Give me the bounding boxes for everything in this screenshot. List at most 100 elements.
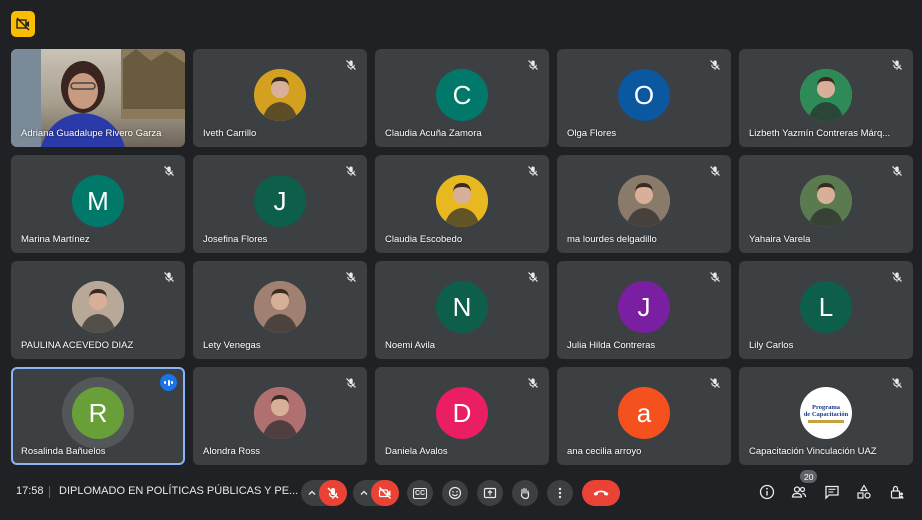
- captions-icon: CC: [412, 487, 428, 499]
- participant-tile[interactable]: Claudia Escobedo: [375, 155, 549, 253]
- participant-tile[interactable]: C Claudia Acuña Zamora: [375, 49, 549, 147]
- participant-name: Rosalinda Bañuelos: [21, 446, 106, 457]
- avatar-initial: a: [618, 387, 670, 439]
- mic-off-icon: [345, 270, 357, 282]
- participant-name: Alondra Ross: [203, 446, 261, 457]
- participant-name: Lety Venegas: [203, 340, 261, 351]
- chevron-up-icon: [308, 490, 316, 495]
- participant-tile[interactable]: Iveth Carrillo: [193, 49, 367, 147]
- participant-tile[interactable]: L Lily Carlos: [739, 261, 913, 359]
- host-controls-button[interactable]: [887, 482, 907, 502]
- mic-off-icon: [345, 164, 357, 176]
- mic-toggle-button[interactable]: [319, 480, 347, 506]
- avatar-photo: [254, 69, 306, 121]
- participant-name: Capacitación Vinculación UAZ: [749, 446, 877, 457]
- avatar-initial: C: [436, 69, 488, 121]
- participant-tile[interactable]: Programa de Capacitación Capacitación Vinc…: [739, 367, 913, 465]
- avatar-logo: Programa de Capacitación: [800, 387, 852, 439]
- participant-count-badge: 20: [800, 470, 818, 483]
- participant-tile[interactable]: a ana cecilia arroyo: [557, 367, 731, 465]
- mic-off-icon: [709, 376, 721, 388]
- emoji-icon: [448, 486, 462, 500]
- mic-off-icon: [891, 164, 903, 176]
- info-icon: [759, 484, 775, 500]
- mic-off-icon: [527, 376, 539, 388]
- activities-icon: [857, 484, 871, 499]
- participant-tile[interactable]: Alondra Ross: [193, 367, 367, 465]
- people-icon: [791, 486, 807, 498]
- mic-off-icon: [327, 487, 339, 499]
- lock-person-icon: [890, 485, 904, 499]
- mic-off-icon: [891, 270, 903, 282]
- participant-tile[interactable]: R Rosalinda Bañuelos: [11, 367, 185, 465]
- participant-name: Noemi Avila: [385, 340, 435, 351]
- participant-name: PAULINA ACEVEDO DIAZ: [21, 340, 134, 351]
- meeting-details-button[interactable]: [757, 482, 777, 502]
- participant-name: Claudia Escobedo: [385, 234, 463, 245]
- mic-off-icon: [891, 58, 903, 70]
- participant-tile[interactable]: ma lourdes delgadillo: [557, 155, 731, 253]
- participant-name: Adriana Guadalupe Rivero Garza: [21, 128, 162, 139]
- chat-icon: [825, 485, 839, 500]
- mic-off-icon: [709, 58, 721, 70]
- avatar-initial: M: [72, 175, 124, 227]
- participant-grid: Adriana Guadalupe Rivero Garza Iveth Carr…: [11, 49, 913, 465]
- raise-hand-button[interactable]: [512, 480, 538, 506]
- participant-tile[interactable]: PAULINA ACEVEDO DIAZ: [11, 261, 185, 359]
- avatar-initial: N: [436, 281, 488, 333]
- meeting-title[interactable]: DIPLOMADO EN POLÍTICAS PÚBLICAS Y PE...: [59, 485, 298, 497]
- participant-name: Olga Flores: [567, 128, 617, 139]
- avatar-initial: L: [800, 281, 852, 333]
- mic-off-icon: [709, 164, 721, 176]
- participant-tile[interactable]: J Josefina Flores: [193, 155, 367, 253]
- mic-off-icon: [709, 270, 721, 282]
- participant-tile[interactable]: Adriana Guadalupe Rivero Garza: [11, 49, 185, 147]
- mic-off-icon: [891, 376, 903, 388]
- avatar-initial: O: [618, 69, 670, 121]
- people-button[interactable]: [789, 482, 809, 502]
- more-vert-icon: [558, 487, 562, 499]
- mic-off-icon: [527, 164, 539, 176]
- avatar-initial: R: [72, 387, 124, 439]
- participant-name: Claudia Acuña Zamora: [385, 128, 482, 139]
- participant-name: ana cecilia arroyo: [567, 446, 642, 457]
- divider: [49, 486, 50, 498]
- participant-name: Daniela Avalos: [385, 446, 448, 457]
- participant-name: Marina Martínez: [21, 234, 90, 245]
- participant-tile[interactable]: J Julia Hilda Contreras: [557, 261, 731, 359]
- activities-button[interactable]: [854, 482, 874, 502]
- mic-off-icon: [345, 58, 357, 70]
- avatar-photo: [436, 175, 488, 227]
- participant-tile[interactable]: Lizbeth Yazmín Contreras Márq...: [739, 49, 913, 147]
- participant-name: Lily Carlos: [749, 340, 794, 351]
- participant-tile[interactable]: D Daniela Avalos: [375, 367, 549, 465]
- chevron-up-icon: [360, 490, 368, 495]
- participant-name: Lizbeth Yazmín Contreras Márq...: [749, 128, 891, 139]
- participant-tile[interactable]: Lety Venegas: [193, 261, 367, 359]
- audio-level-icon: [160, 374, 177, 391]
- no-camera-icon: [16, 17, 30, 31]
- avatar-photo: [800, 69, 852, 121]
- camera-toggle-button[interactable]: [371, 480, 399, 506]
- more-options-button[interactable]: [547, 480, 573, 506]
- captions-button[interactable]: CC: [407, 480, 433, 506]
- participant-tile[interactable]: Yahaira Varela: [739, 155, 913, 253]
- recording-indicator[interactable]: [11, 11, 35, 37]
- chat-button[interactable]: [822, 482, 842, 502]
- participant-tile[interactable]: O Olga Flores: [557, 49, 731, 147]
- mic-off-icon: [345, 376, 357, 388]
- camera-off-icon: [378, 487, 391, 499]
- present-icon: [483, 487, 497, 499]
- participant-name: Iveth Carrillo: [203, 128, 257, 139]
- call-end-icon: [593, 490, 609, 496]
- avatar-photo: [254, 387, 306, 439]
- end-call-button[interactable]: [582, 480, 620, 506]
- reactions-button[interactable]: [442, 480, 468, 506]
- avatar-initial: J: [254, 175, 306, 227]
- present-button[interactable]: [477, 480, 503, 506]
- avatar-photo: [618, 175, 670, 227]
- participant-tile[interactable]: N Noemi Avila: [375, 261, 549, 359]
- avatar-photo: [72, 281, 124, 333]
- participant-tile[interactable]: M Marina Martínez: [11, 155, 185, 253]
- mic-off-icon: [163, 270, 175, 282]
